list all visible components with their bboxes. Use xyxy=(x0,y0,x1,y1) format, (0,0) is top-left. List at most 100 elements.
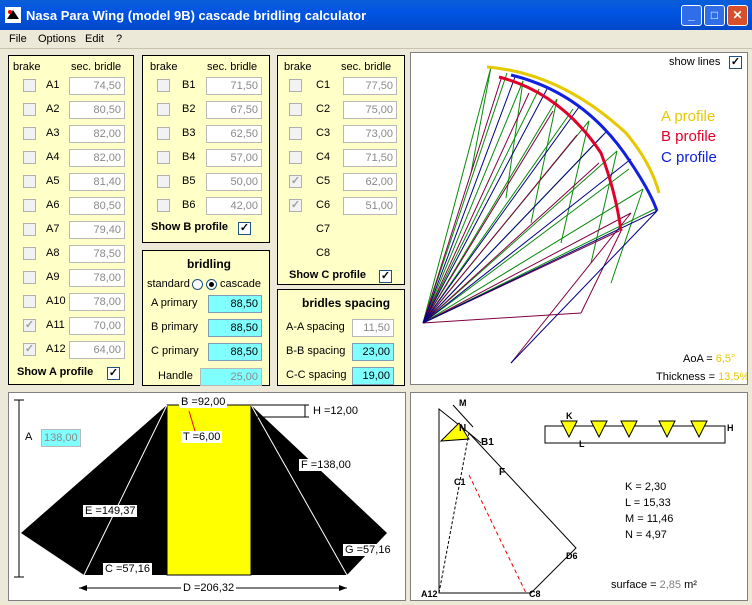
sec-bridle-input-b2[interactable]: 67,50 xyxy=(206,101,262,119)
sec-bridle-input-b3[interactable]: 62,50 xyxy=(206,125,262,143)
brake-checkbox-a8[interactable] xyxy=(23,247,36,260)
menu-bar: File Options Edit ? xyxy=(0,30,752,49)
brake-checkbox-a11[interactable]: ✓ xyxy=(23,319,36,332)
bb-spacing-input[interactable]: 23,00 xyxy=(352,343,394,361)
brake-checkbox-c3[interactable] xyxy=(289,127,302,140)
sec-bridle-input-a10[interactable]: 78,00 xyxy=(69,293,125,311)
profile-view-panel: show lines ✓ A profile B profile C profi… xyxy=(410,52,748,385)
c-primary-label: C primary xyxy=(151,345,199,357)
h-marker: H xyxy=(727,423,734,433)
show-c-profile-checkbox[interactable]: ✓ xyxy=(379,270,392,283)
maximize-button[interactable]: □ xyxy=(704,5,725,26)
brake-checkbox-a4[interactable] xyxy=(23,151,36,164)
brake-checkbox-b2[interactable] xyxy=(157,103,170,116)
brake-checkbox-b5[interactable] xyxy=(157,175,170,188)
standard-label: standard xyxy=(147,278,190,290)
line-label-a3: A3 xyxy=(46,127,60,139)
brake-checkbox-c1[interactable] xyxy=(289,79,302,92)
m-value: M = 11,46 xyxy=(625,513,674,525)
a-profile-legend: A profile xyxy=(661,108,716,125)
brake-checkbox-a10[interactable] xyxy=(23,295,36,308)
brake-checkbox-a7[interactable] xyxy=(23,223,36,236)
show-b-profile-checkbox[interactable]: ✓ xyxy=(238,222,251,235)
brake-checkbox-a2[interactable] xyxy=(23,103,36,116)
k-marker: K xyxy=(566,411,573,421)
brake-checkbox-a12[interactable]: ✓ xyxy=(23,343,36,356)
cc-spacing-input[interactable]: 19,00 xyxy=(352,367,394,385)
line-label-a2: A2 xyxy=(46,103,60,115)
sec-bridle-input-a6[interactable]: 80,50 xyxy=(69,197,125,215)
bridling-panel: bridling standard cascade A primary 88,5… xyxy=(142,250,270,386)
c-primary-input[interactable]: 88,50 xyxy=(208,343,262,361)
brake-checkbox-b4[interactable] xyxy=(157,151,170,164)
sec-bridle-input-a7[interactable]: 79,40 xyxy=(69,221,125,239)
sec-bridle-input-a2[interactable]: 80,50 xyxy=(69,101,125,119)
brake-checkbox-c4[interactable] xyxy=(289,151,302,164)
close-button[interactable]: ✕ xyxy=(727,5,748,26)
sec-bridle-header: sec. bridle xyxy=(71,61,122,73)
brake-checkbox-c5[interactable]: ✓ xyxy=(289,175,302,188)
brake-checkbox-a3[interactable] xyxy=(23,127,36,140)
f-marker: F xyxy=(499,467,506,478)
brake-checkbox-c6[interactable]: ✓ xyxy=(289,199,302,212)
sec-bridle-input-a1[interactable]: 74,50 xyxy=(69,77,125,95)
show-lines-checkbox[interactable]: ✓ xyxy=(729,56,742,69)
f-dimension: F =138,00 xyxy=(299,459,353,471)
menu-help[interactable]: ? xyxy=(116,33,122,45)
brake-checkbox-b6[interactable] xyxy=(157,199,170,212)
sec-bridle-input-a3[interactable]: 82,00 xyxy=(69,125,125,143)
minimize-button[interactable]: _ xyxy=(681,5,702,26)
show-a-profile-checkbox[interactable]: ✓ xyxy=(107,367,120,380)
l-marker: L xyxy=(579,439,585,449)
d-dimension: D =206,32 xyxy=(181,582,237,594)
sec-bridle-input-a5[interactable]: 81,40 xyxy=(69,173,125,191)
brake-checkbox-a1[interactable] xyxy=(23,79,36,92)
handle-label: Handle xyxy=(158,370,193,382)
sec-bridle-input-c6[interactable]: 51,00 xyxy=(343,197,397,215)
brake-checkbox-c2[interactable] xyxy=(289,103,302,116)
sec-bridle-input-a11[interactable]: 70,00 xyxy=(69,317,125,335)
aa-spacing-input[interactable]: 11,50 xyxy=(352,319,394,337)
a-span-label: A xyxy=(25,431,33,443)
sec-bridle-input-a8[interactable]: 78,50 xyxy=(69,245,125,263)
b-primary-input[interactable]: 88,50 xyxy=(208,319,262,337)
sec-bridle-input-c1[interactable]: 77,50 xyxy=(343,77,397,95)
c1-marker: C1 xyxy=(454,477,466,487)
sec-bridle-input-c5[interactable]: 62,00 xyxy=(343,173,397,191)
sec-bridle-input-b1[interactable]: 71,50 xyxy=(206,77,262,95)
menu-edit[interactable]: Edit xyxy=(85,33,104,45)
standard-radio[interactable] xyxy=(192,279,203,290)
brake-checkbox-b1[interactable] xyxy=(157,79,170,92)
profile-diagram xyxy=(422,65,661,364)
cascade-radio[interactable] xyxy=(206,279,217,290)
menu-file[interactable]: File xyxy=(9,33,27,45)
sec-bridle-input-c4[interactable]: 71,50 xyxy=(343,149,397,167)
sec-bridle-input-c3[interactable]: 73,00 xyxy=(343,125,397,143)
sec-bridle-input-c2[interactable]: 75,00 xyxy=(343,101,397,119)
handle-input[interactable]: 25,00 xyxy=(200,368,262,386)
sec-bridle-input-a9[interactable]: 78,00 xyxy=(69,269,125,287)
sec-bridle-input-a4[interactable]: 82,00 xyxy=(69,149,125,167)
line-label-b2: B2 xyxy=(182,103,196,115)
menu-options[interactable]: Options xyxy=(38,33,76,45)
a-span-value: 138,00 xyxy=(41,429,81,447)
brake-checkbox-b3[interactable] xyxy=(157,127,170,140)
show-a-profile-label: Show A profile xyxy=(17,366,94,378)
b-dimension: B =92,00 xyxy=(179,396,228,408)
bridles-spacing-title: bridles spacing xyxy=(302,296,391,310)
a-primary-input[interactable]: 88,50 xyxy=(208,295,262,313)
line-label-b1: B1 xyxy=(182,79,196,91)
aoa-readout: AoA = 6,5° xyxy=(683,353,736,365)
sec-bridle-input-b5[interactable]: 50,00 xyxy=(206,173,262,191)
line-label-a11: A11 xyxy=(46,319,65,331)
brake-checkbox-a6[interactable] xyxy=(23,199,36,212)
sec-bridle-input-b6[interactable]: 42,00 xyxy=(206,197,262,215)
brake-checkbox-a5[interactable] xyxy=(23,175,36,188)
sec-bridle-input-b4[interactable]: 57,00 xyxy=(206,149,262,167)
a-primary-label: A primary xyxy=(151,297,198,309)
brake-checkbox-a9[interactable] xyxy=(23,271,36,284)
g-dimension: G =57,16 xyxy=(343,544,393,556)
bb-spacing-label: B-B spacing xyxy=(286,345,346,357)
c-lines-panel: brake sec. bridle C1 77,50 C2 75,00 C3 73,00 C… xyxy=(277,55,405,285)
sec-bridle-input-a12[interactable]: 64,00 xyxy=(69,341,125,359)
